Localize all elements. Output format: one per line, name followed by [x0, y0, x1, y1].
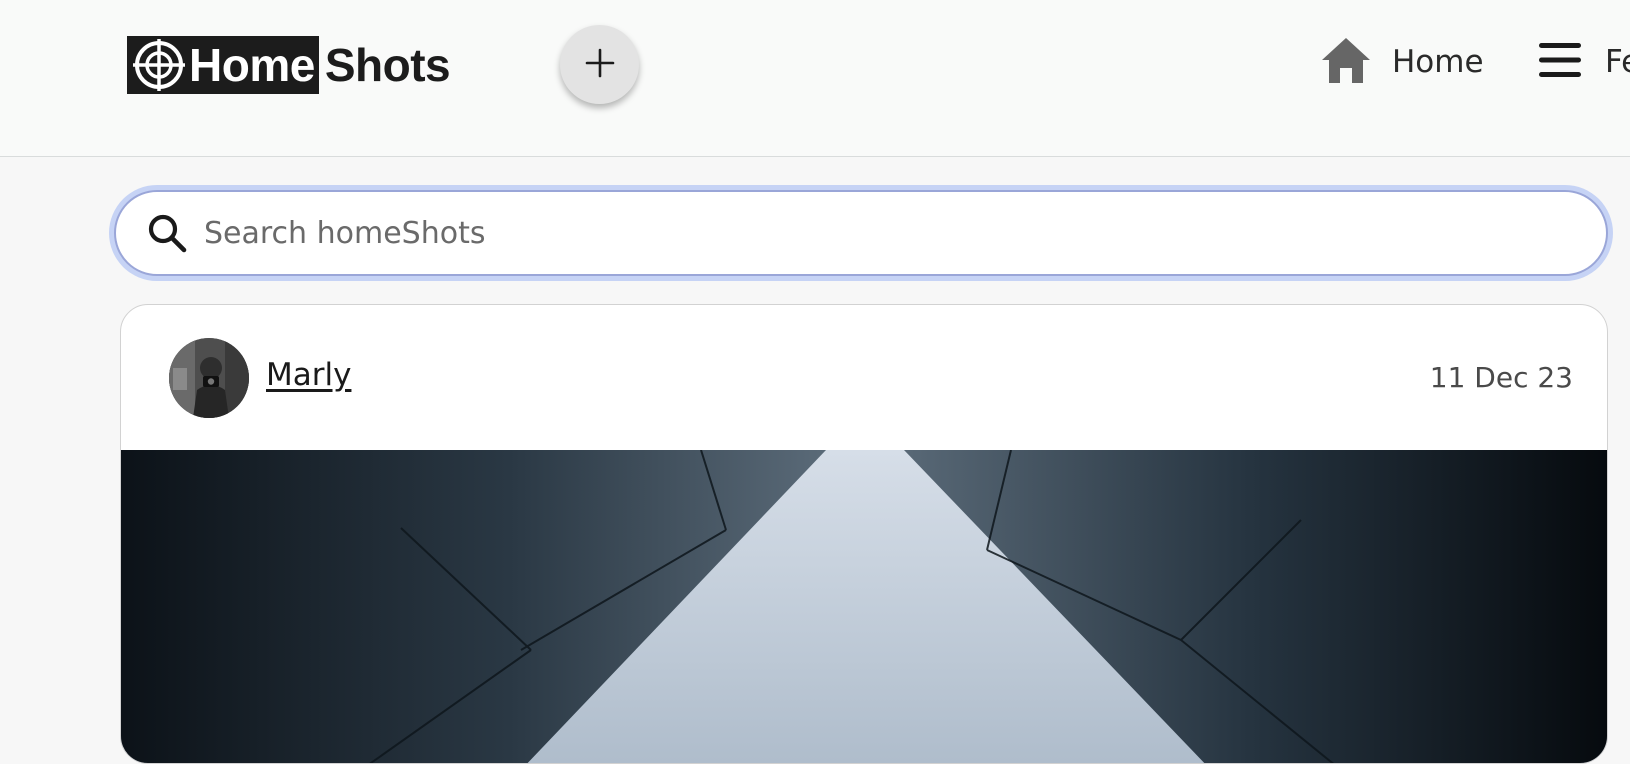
- logo-dark-block: Home: [127, 36, 319, 94]
- nav-feed-link[interactable]: Fe: [1537, 36, 1630, 88]
- logo-text-shots: Shots: [324, 39, 451, 91]
- add-post-button[interactable]: [560, 25, 639, 104]
- plus-icon: [585, 48, 615, 82]
- home-icon: [1320, 35, 1372, 89]
- author-avatar[interactable]: [169, 338, 249, 418]
- search-icon: [146, 212, 188, 254]
- nav-home-link[interactable]: Home: [1320, 36, 1484, 88]
- top-header: Home Shots Home Fe: [0, 0, 1630, 157]
- post-card: Marly 11 Dec 23: [120, 304, 1608, 764]
- search-input[interactable]: [202, 203, 1552, 263]
- homeshots-logo[interactable]: Home Shots: [127, 36, 451, 94]
- logo-text-home: Home: [189, 39, 315, 91]
- post-date: 11 Dec 23: [1429, 361, 1573, 394]
- nav-feed-label: Fe: [1605, 44, 1630, 80]
- post-image[interactable]: [121, 449, 1607, 763]
- menu-icon: [1537, 41, 1583, 83]
- crosshair-icon: [131, 37, 189, 93]
- post-author-link[interactable]: Marly: [266, 357, 351, 393]
- nav-home-label: Home: [1392, 44, 1484, 80]
- search-bar[interactable]: [114, 190, 1608, 276]
